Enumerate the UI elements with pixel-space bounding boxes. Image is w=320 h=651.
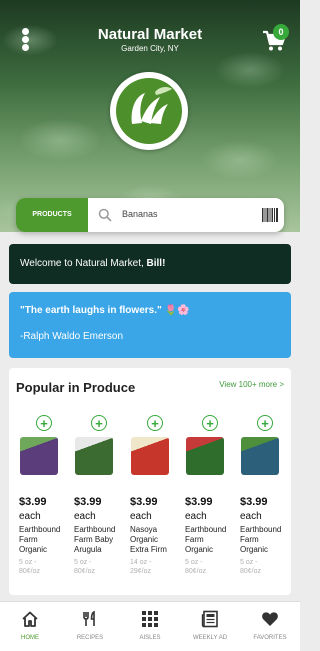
- nav-label: FAVORITES: [253, 635, 287, 641]
- product-name[interactable]: Earthbound Farm Baby Arugula: [74, 525, 128, 556]
- nav-home[interactable]: HOME: [0, 602, 60, 651]
- product-image[interactable]: [131, 437, 169, 475]
- newspaper-icon: [201, 610, 218, 628]
- store-title: Natural Market: [97, 26, 203, 43]
- nav-label: AISLES: [139, 635, 161, 641]
- product-unit: each: [19, 511, 41, 522]
- store-location[interactable]: Garden City, NY: [0, 44, 300, 53]
- product-name[interactable]: Earthbound Farm Organic Baby: [185, 525, 239, 556]
- product-card[interactable]: + $3.99 each Earthbound Farm Organic Spr…: [16, 415, 68, 595]
- product-size: 5 oz - 80¢/oz: [74, 559, 96, 575]
- product-unit: each: [130, 511, 152, 522]
- nav-label: HOME: [21, 635, 39, 641]
- product-unit: each: [185, 511, 207, 522]
- product-size: 5 oz - 80¢/oz: [240, 559, 262, 575]
- store-logo: [110, 72, 188, 150]
- search-input[interactable]: Bananas: [122, 209, 158, 219]
- heart-icon: [262, 612, 278, 626]
- product-card[interactable]: + $3.99 each Earthbound Farm Organic Bab…: [182, 415, 234, 595]
- product-card[interactable]: + $3.99 each Nasoya Organic Extra Firm T…: [127, 415, 179, 595]
- search-bar[interactable]: PRODUCTS Bananas: [16, 198, 284, 232]
- product-card[interactable]: + $3.99 each Earthbound Farm Baby Arugul…: [71, 415, 123, 595]
- product-image[interactable]: [241, 437, 279, 475]
- add-to-cart-button[interactable]: +: [147, 415, 163, 431]
- product-name[interactable]: Earthbound Farm Organic Spring Mix: [19, 525, 73, 556]
- product-unit: each: [240, 511, 262, 522]
- product-image[interactable]: [20, 437, 58, 475]
- add-to-cart-button[interactable]: +: [257, 415, 273, 431]
- cart-count-badge: 0: [273, 24, 289, 40]
- nav-recipes[interactable]: RECIPES: [60, 602, 120, 651]
- section-title: Popular in Produce: [16, 380, 136, 395]
- product-image[interactable]: [75, 437, 113, 475]
- add-to-cart-button[interactable]: +: [91, 415, 107, 431]
- nav-favorites[interactable]: FAVORITES: [240, 602, 300, 651]
- products-category-button[interactable]: PRODUCTS: [16, 198, 88, 232]
- quote-author: -Ralph Waldo Emerson: [20, 331, 124, 342]
- product-size: 5 oz - 80¢/oz: [185, 559, 207, 575]
- add-to-cart-button[interactable]: +: [36, 415, 52, 431]
- product-card[interactable]: + $3.99 each Earthbound Farm Organic Bab…: [237, 415, 289, 595]
- quote-card: "The earth laughs in flowers." 🌷🌸 -Ralph…: [9, 292, 291, 358]
- product-price: $3.99: [130, 496, 158, 508]
- add-to-cart-button[interactable]: +: [202, 415, 218, 431]
- nav-label: WEEKLY AD: [192, 635, 228, 641]
- utensils-icon: [83, 610, 95, 626]
- product-unit: each: [74, 511, 96, 522]
- product-price: $3.99: [185, 496, 213, 508]
- product-name[interactable]: Earthbound Farm Organic Baby: [240, 525, 291, 556]
- leaf-logo-icon: [116, 78, 182, 144]
- welcome-banner: Welcome to Natural Market, Bill!: [9, 244, 291, 284]
- nav-aisles[interactable]: AISLES: [120, 602, 180, 651]
- welcome-text: Welcome to Natural Market,: [20, 258, 147, 269]
- product-price: $3.99: [74, 496, 102, 508]
- nav-label: RECIPES: [76, 635, 104, 641]
- quote-text: "The earth laughs in flowers." 🌷🌸: [20, 305, 190, 316]
- view-more-link[interactable]: View 100+ more >: [219, 380, 284, 389]
- home-icon: [22, 611, 38, 627]
- nav-weekly-ad[interactable]: WEEKLY AD: [180, 602, 240, 651]
- product-price: $3.99: [240, 496, 268, 508]
- product-image[interactable]: [186, 437, 224, 475]
- search-icon: [98, 208, 112, 222]
- grid-icon: [142, 611, 158, 627]
- barcode-scan-icon[interactable]: [262, 208, 278, 222]
- product-size: 14 oz - 29¢/oz: [130, 559, 152, 575]
- popular-section: Popular in Produce View 100+ more > + $3…: [9, 368, 291, 595]
- product-size: 5 oz - 80¢/oz: [19, 559, 41, 575]
- user-name: Bill!: [146, 258, 166, 269]
- bottom-navigation: HOME RECIPES AISLES WEEKLY AD FAVORITES: [0, 601, 300, 651]
- product-price: $3.99: [19, 496, 47, 508]
- product-name[interactable]: Nasoya Organic Extra Firm Tofu: [130, 525, 184, 556]
